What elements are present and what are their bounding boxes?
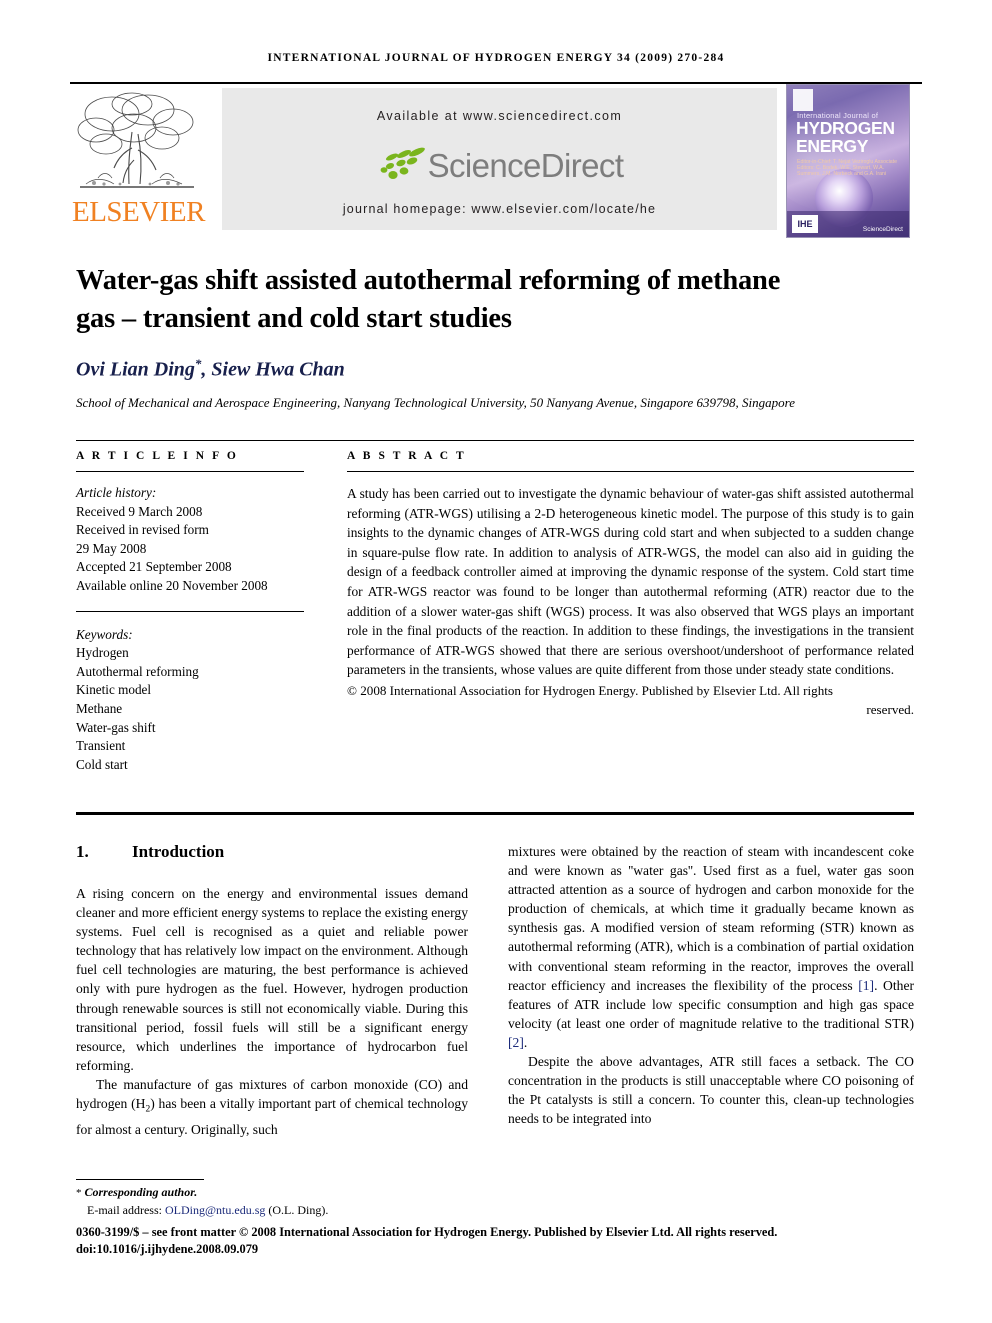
abstract-rule <box>347 471 914 472</box>
elsevier-tree-icon <box>77 92 194 188</box>
elsevier-wordmark: ELSEVIER <box>72 196 205 228</box>
cover-title-line1: HYDROGEN <box>796 118 895 138</box>
footnote-marker: * <box>76 1187 82 1199</box>
article-history: Article history: Received 9 March 2008 R… <box>76 484 304 596</box>
cover-ihe-badge: IHE <box>792 215 818 233</box>
footnote-block: * Corresponding author. E-mail address: … <box>76 1184 496 1218</box>
issn-front-matter: 0360-3199/$ – see front matter © 2008 In… <box>76 1225 778 1239</box>
doi-line: doi:10.1016/j.ijhydene.2008.09.079 <box>76 1242 259 1256</box>
copyright-main: © 2008 International Association for Hyd… <box>347 682 833 698</box>
issn-copyright-line: 0360-3199/$ – see front matter © 2008 In… <box>76 1224 924 1258</box>
body-paragraph: The manufacture of gas mixtures of carbo… <box>76 1075 468 1139</box>
article-history-item: Received 9 March 2008 <box>76 503 203 519</box>
cover-editors: Editor-in-Chief: T. Nejat Veziroglu Asso… <box>797 159 897 178</box>
email-link[interactable]: OLDing@ntu.edu.sg <box>165 1203 265 1217</box>
body-paragraph: mixtures were obtained by the reaction o… <box>508 842 914 1052</box>
footnote-corresponding: * Corresponding author. <box>76 1184 496 1202</box>
citation-link-2[interactable]: [2] <box>508 1035 524 1050</box>
article-history-item: Available online 20 November 2008 <box>76 577 268 593</box>
footnote-corresponding-text: Corresponding author. <box>84 1185 198 1199</box>
article-history-item: Accepted 21 September 2008 <box>76 559 232 575</box>
running-head: INTERNATIONAL JOURNAL OF HYDROGEN ENERGY… <box>267 52 725 64</box>
body-paragraph: Despite the above advantages, ATR still … <box>508 1054 914 1127</box>
keyword-item: Autothermal reforming <box>76 663 199 679</box>
author-secondary: , Siew Hwa Chan <box>201 358 345 381</box>
page-title: Water-gas shift assisted autothermal ref… <box>76 265 781 334</box>
cover-elsevier-mark-icon <box>793 89 813 111</box>
keywords-label: Keywords: <box>76 626 133 642</box>
section-title: Introduction <box>132 842 225 861</box>
email-owner: (O.L. Ding). <box>265 1202 329 1217</box>
journal-article-first-page: INTERNATIONAL JOURNAL OF HYDROGEN ENERGY… <box>0 0 992 1323</box>
body-paragraph: A rising concern on the energy and envir… <box>76 886 468 1073</box>
sciencedirect-banner: Available at www.sciencedirect.com Scien… <box>222 88 777 230</box>
body-right-column: mixtures were obtained by the reaction o… <box>508 842 914 1128</box>
email-label: E-mail address: <box>87 1202 165 1217</box>
abstract-heading: A B S T R A C T <box>347 450 467 462</box>
keyword-item: Methane <box>76 700 123 716</box>
sciencedirect-logo: ScienceDirect <box>222 140 777 190</box>
elsevier-logo-block: ELSEVIER <box>70 86 212 236</box>
abstract-copyright: © 2008 International Association for Hyd… <box>347 681 914 720</box>
citation-link-1[interactable]: [1] <box>858 978 874 993</box>
sciencedirect-wordmark: ScienceDirect <box>427 146 624 184</box>
section-heading-introduction: 1. Introduction <box>76 842 468 862</box>
article-info-column: A R T I C L E I N F O Article history: R… <box>76 450 304 774</box>
article-history-label: Article history: <box>76 485 157 500</box>
article-history-item: Received in revised form <box>76 522 209 538</box>
para-fragment: . <box>523 1034 528 1050</box>
author-primary: Ovi Lian Ding <box>76 358 195 381</box>
article-info-heading: A R T I C L E I N F O <box>76 450 239 462</box>
cover-title-line2: ENERGY <box>796 136 869 156</box>
keyword-item: Transient <box>76 738 126 754</box>
journal-cover-image: International Journal of HYDROGEN ENERGY… <box>786 84 910 238</box>
abstract-bottom-rule <box>76 812 914 815</box>
keyword-item: Cold start <box>76 756 128 772</box>
article-info-divider <box>76 610 304 612</box>
footnote-email-line: E-mail address: OLDing@ntu.edu.sg (O.L. … <box>76 1202 496 1219</box>
journal-homepage-text: journal homepage: www.elsevier.com/locat… <box>342 202 657 216</box>
sciencedirect-leaf-icon <box>380 147 425 179</box>
article-history-item: 29 May 2008 <box>76 540 147 556</box>
abstract-text: A study has been carried out to investig… <box>347 486 914 678</box>
body-left-column: 1. Introduction A rising concern on the e… <box>76 842 468 1139</box>
keyword-item: Water-gas shift <box>76 719 156 735</box>
para-fragment: mixtures were obtained by the reaction o… <box>508 844 914 993</box>
footnote-rule <box>76 1179 204 1180</box>
abstract-column: A B S T R A C T A study has been carried… <box>347 450 914 720</box>
info-block-top-rule <box>76 440 914 441</box>
affiliation: School of Mechanical and Aerospace Engin… <box>76 395 795 410</box>
masthead: ELSEVIER Available at www.sciencedirect.… <box>70 84 922 238</box>
article-info-rule <box>76 471 304 472</box>
available-at-text: Available at www.sciencedirect.com <box>376 109 623 123</box>
keyword-item: Kinetic model <box>76 682 152 698</box>
cover-journal-title: HYDROGEN ENERGY <box>796 119 904 155</box>
section-number: 1. <box>76 842 89 861</box>
keywords-block: Keywords: Hydrogen Autothermal reforming… <box>76 626 304 775</box>
cover-sciencedirect-mini: ScienceDirect <box>862 226 903 233</box>
author-list: Ovi Lian Ding*, Siew Hwa Chan <box>76 356 876 382</box>
keyword-item: Hydrogen <box>76 645 129 661</box>
copyright-tail: reserved. <box>866 702 914 718</box>
